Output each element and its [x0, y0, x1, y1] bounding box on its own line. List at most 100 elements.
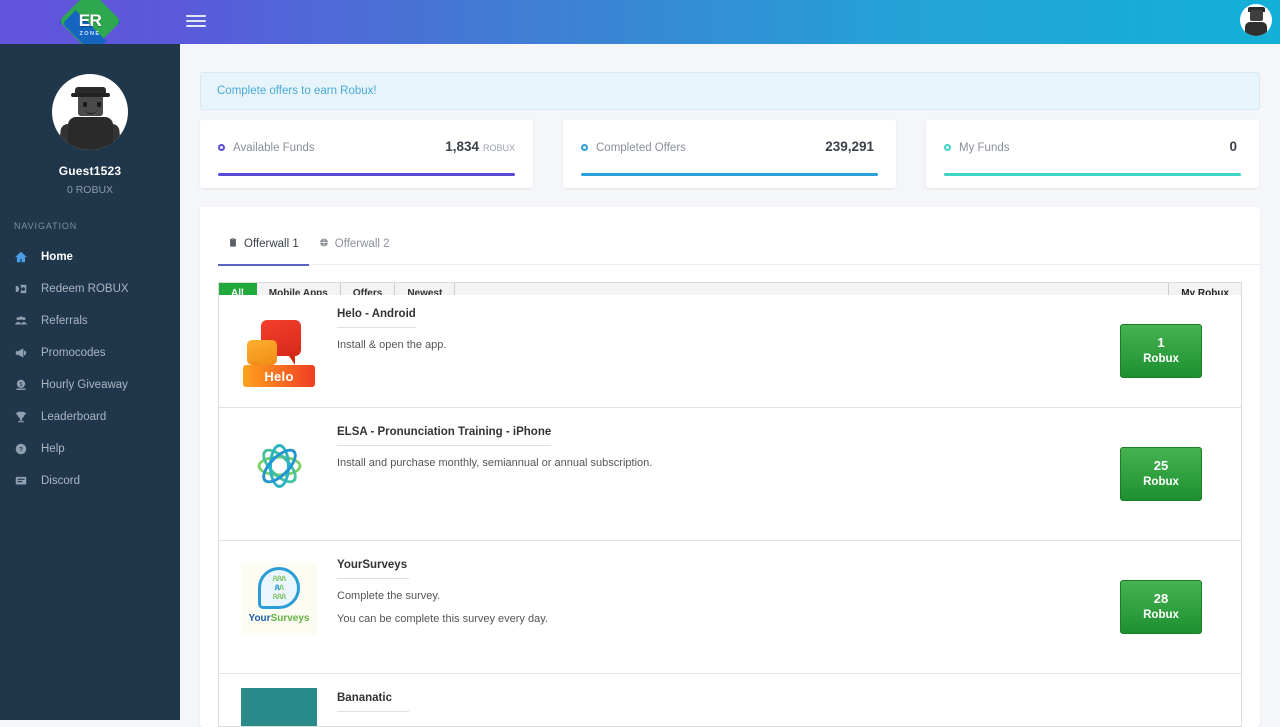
stat-card-title: Available Funds [233, 141, 315, 154]
reward-amount: 28 [1153, 591, 1169, 607]
hamburger-line [186, 15, 206, 17]
offer-details: Bananatic [337, 674, 1081, 712]
offer-row-yoursurveys[interactable]: ጰጰጰ ጰጰ ጰጰጰ YourSurveys YourSurveys Complet… [219, 541, 1241, 674]
hamburger-line [186, 20, 206, 22]
progress-bar [218, 173, 515, 176]
bananatic-icon [241, 688, 317, 726]
reward-label: Robux [1143, 353, 1179, 366]
logo-primary-text: ER [78, 10, 102, 30]
offer-action: 28 Robux [1081, 580, 1241, 634]
yoursurveys-bubble: ጰጰጰ ጰጰ ጰጰጰ [258, 567, 300, 609]
logo-secondary-text: ZONE [79, 30, 101, 37]
sidebar: Guest1523 0 ROBUX NAVIGATION Home Redeem… [0, 44, 180, 720]
sidebar-item-hourly-giveaway[interactable]: $ Hourly Giveaway [0, 369, 180, 401]
svg-text:$: $ [20, 382, 23, 388]
avatar-body [1245, 22, 1267, 36]
offer-details: Helo - Android Install & open the app. [337, 295, 1081, 351]
nav-section-label: NAVIGATION [14, 221, 78, 231]
offer-details: YourSurveys Complete the survey. You can… [337, 541, 1081, 625]
helo-app-icon: Helo [241, 316, 317, 392]
avatar-hat-brim [71, 93, 110, 97]
reward-label: Robux [1143, 609, 1179, 622]
stat-cards: Available Funds 1,834 ROBUX Completed Off… [200, 120, 1260, 188]
globe-icon [319, 237, 329, 251]
sidebar-profile: Guest1523 0 ROBUX [0, 44, 180, 196]
offer-row-helo[interactable]: Helo Helo - Android Install & open the a… [219, 295, 1241, 408]
stat-card-unit: ROBUX [482, 143, 515, 153]
elsa-app-icon [241, 428, 317, 504]
profile-username: Guest1523 [58, 164, 122, 178]
stat-card-title: My Funds [959, 141, 1010, 154]
info-banner-text: Complete offers to earn Robux! [217, 85, 377, 97]
elsa-logo [243, 430, 315, 502]
sidebar-item-help[interactable]: ? Help [0, 433, 180, 465]
reward-amount: 1 [1157, 335, 1165, 351]
info-banner: Complete offers to earn Robux! [200, 72, 1260, 110]
stat-card-title: Completed Offers [596, 141, 686, 154]
reward-label: Robux [1143, 476, 1179, 489]
clipboard-icon [228, 237, 238, 251]
offerwall-panel: Offerwall 1 Offerwall 2 All Mobile Apps … [200, 207, 1260, 727]
offerwall-tabs: Offerwall 1 Offerwall 2 [218, 223, 1260, 266]
tab-label: Offerwall 1 [244, 237, 299, 250]
helo-wordmark-text: Helo [264, 368, 294, 384]
offer-action: 25 Robux [1081, 447, 1241, 501]
users-icon [14, 314, 36, 328]
sidebar-item-redeem-robux[interactable]: Redeem ROBUX [0, 273, 180, 305]
tab-offerwall-2[interactable]: Offerwall 2 [309, 223, 400, 265]
hamburger-icon[interactable] [186, 12, 206, 30]
hamburger-line [186, 25, 206, 27]
offer-row-bananatic[interactable]: Bananatic [219, 674, 1241, 726]
sidebar-item-promocodes[interactable]: Promocodes [0, 337, 180, 369]
yoursurveys-logo: ጰጰጰ ጰጰ ጰጰጰ YourSurveys [241, 563, 317, 635]
avatar-torso [68, 117, 113, 150]
tab-offerwall-1[interactable]: Offerwall 1 [218, 223, 309, 266]
status-dot [218, 144, 225, 151]
offer-details: ELSA - Pronunciation Training - iPhone I… [337, 408, 1081, 469]
profile-balance: 0 ROBUX [66, 184, 114, 196]
helo-logo: Helo [243, 318, 315, 390]
stat-card-value: 239,291 [825, 139, 874, 154]
offer-title: Bananatic [337, 692, 409, 712]
svg-text:?: ? [19, 446, 23, 453]
avatar-eye-left [83, 102, 87, 107]
user-avatar-icon[interactable] [1240, 4, 1272, 36]
helo-bubble-orange [247, 340, 277, 372]
avatar[interactable] [52, 74, 128, 150]
sidebar-nav: Home Redeem ROBUX Referrals Promocodes $… [0, 241, 180, 497]
sidebar-item-leaderboard[interactable]: Leaderboard [0, 401, 180, 433]
offer-title: YourSurveys [337, 559, 409, 579]
offer-action: 1 Robux [1081, 324, 1241, 378]
sidebar-item-discord[interactable]: Discord [0, 465, 180, 497]
claim-reward-button[interactable]: 28 Robux [1120, 580, 1202, 634]
offer-description: Install and purchase monthly, semiannual… [337, 457, 653, 469]
stat-card-completed-offers: Completed Offers 239,291 [563, 120, 896, 188]
avatar-head [1249, 10, 1263, 21]
megaphone-icon [14, 346, 36, 360]
sidebar-item-label: Hourly Giveaway [41, 379, 128, 391]
redeem-icon [14, 282, 36, 296]
offer-description: Complete the survey. [337, 590, 441, 602]
money-icon: $ [14, 378, 36, 392]
sidebar-item-home[interactable]: Home [0, 241, 180, 273]
bananatic-logo [241, 688, 317, 726]
sidebar-item-label: Promocodes [41, 347, 106, 359]
sidebar-item-referrals[interactable]: Referrals [0, 305, 180, 337]
status-dot [944, 144, 951, 151]
offer-row-elsa[interactable]: ELSA - Pronunciation Training - iPhone I… [219, 408, 1241, 541]
sidebar-item-label: Redeem ROBUX [41, 283, 129, 295]
progress-bar [581, 173, 878, 176]
claim-reward-button[interactable]: 1 Robux [1120, 324, 1202, 378]
sidebar-item-label: Help [41, 443, 65, 455]
top-header-bar: ER ZONE [0, 0, 1280, 44]
yoursurveys-people: ጰጰጰ ጰጰ ጰጰጰ [272, 573, 286, 601]
offer-description: Install & open the app. [337, 339, 447, 351]
claim-reward-button[interactable]: 25 Robux [1120, 447, 1202, 501]
stat-card-value: 0 [1229, 139, 1237, 154]
progress-bar [944, 173, 1241, 176]
sidebar-item-label: Home [41, 251, 73, 263]
status-dot [581, 144, 588, 151]
tab-label: Offerwall 2 [334, 237, 390, 250]
reward-amount: 25 [1153, 458, 1169, 474]
offerwall-iframe: All Mobile Apps Offers Newest My Robux H… [218, 282, 1242, 727]
